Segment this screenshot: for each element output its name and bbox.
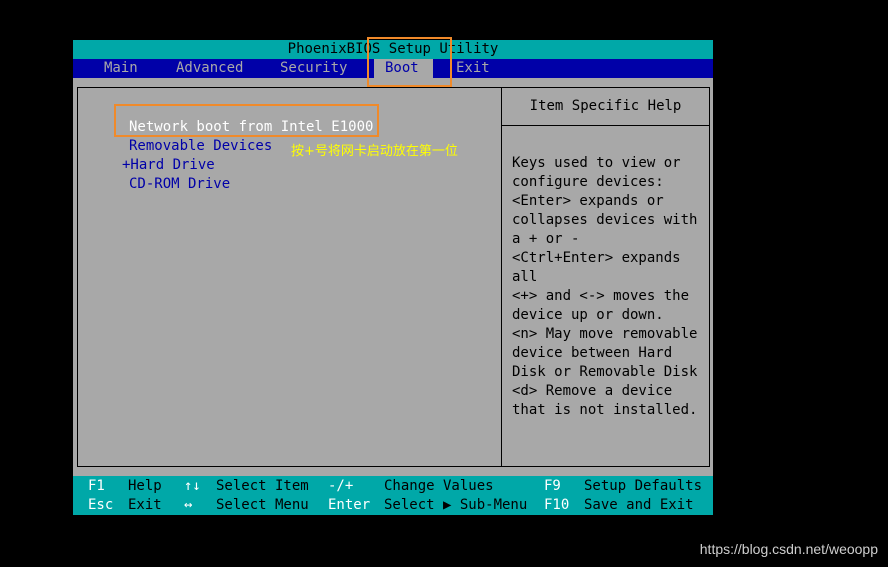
select-submenu-label: Select ▶ Sub-Menu [384,497,528,513]
change-values-label: Change Values [384,478,494,494]
menu-security[interactable]: Security [277,59,350,78]
status-bar: F1 Help ↑↓ Select Item -/+ Change Values… [73,476,713,515]
boot-tab-highlight [367,37,452,87]
menu-advanced[interactable]: Advanced [173,59,246,78]
key-esc-label: Exit [128,497,162,513]
key-f9: F9 [544,478,561,494]
arrows-updown-icon: ↑↓ [184,478,201,494]
key-enter: Enter [328,497,371,513]
setup-defaults-label: Setup Defaults [584,478,703,494]
help-panel: Item Specific Help Keys used to view or … [501,87,710,467]
save-exit-label: Save and Exit [584,497,694,513]
network-boot-highlight [114,104,379,137]
key-minus-plus: -/+ [328,478,354,494]
key-f10: F10 [544,497,570,513]
key-f1-label: Help [128,478,162,494]
select-menu-label: Select Menu [216,497,309,513]
boot-item-cdrom[interactable]: CD-ROM Drive [129,175,230,194]
boot-item-hard-drive[interactable]: +Hard Drive [122,156,215,175]
key-esc: Esc [88,497,114,513]
menu-exit[interactable]: Exit [453,59,493,78]
menu-main[interactable]: Main [101,59,141,78]
watermark: https://blog.csdn.net/weoopp [699,541,878,557]
select-item-label: Select Item [216,478,309,494]
boot-item-removable[interactable]: Removable Devices [129,137,272,156]
help-title: Item Specific Help [502,88,709,126]
arrows-leftright-icon: ↔ [184,497,193,513]
help-text: Keys used to view or configure devices: … [512,155,698,418]
key-f1: F1 [88,478,105,494]
annotation-text: 按+号将网卡启动放在第一位 [291,144,458,159]
